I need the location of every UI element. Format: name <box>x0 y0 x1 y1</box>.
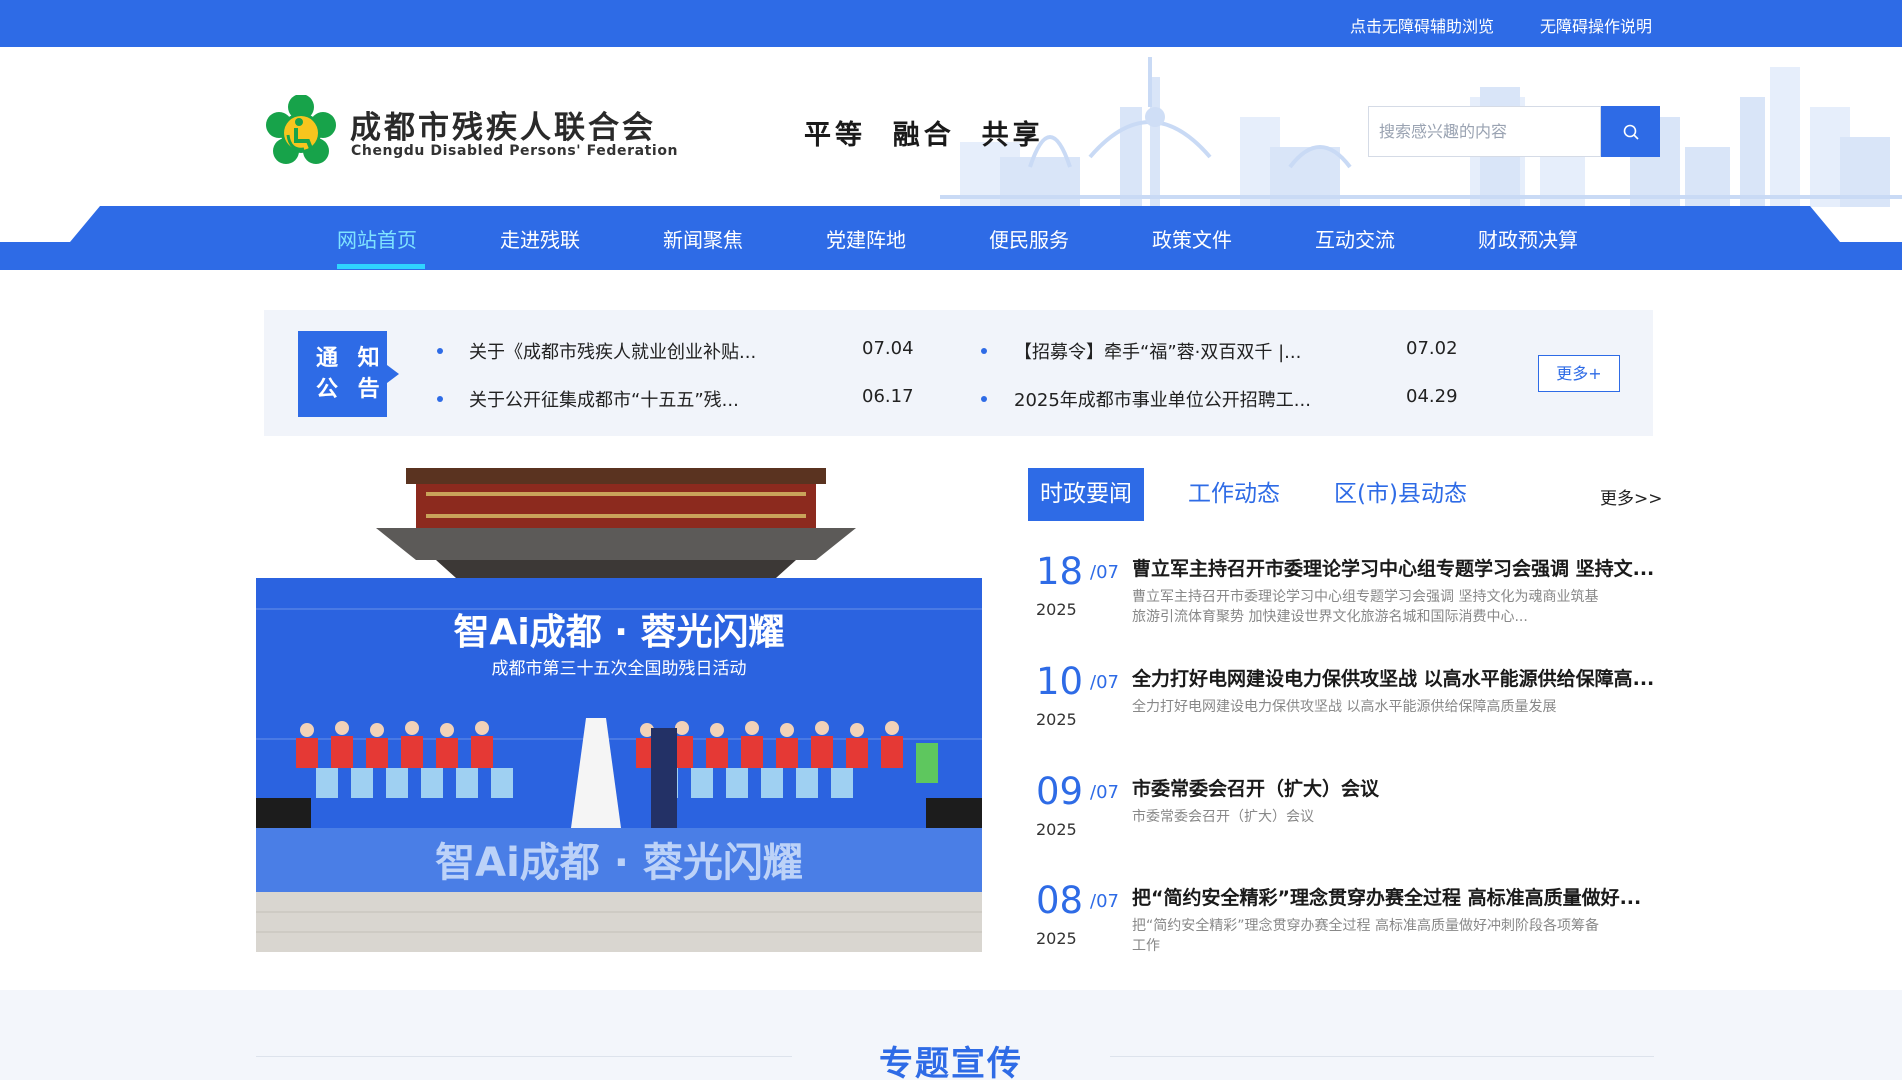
nav-item-home[interactable]: 网站首页 <box>337 224 417 253</box>
news-item[interactable]: 18 /07 2025 曹立军主持召开市委理论学习中心组专题学习会强调 坚持文.… <box>1034 550 1664 650</box>
news-title[interactable]: 市委常委会召开（扩大）会议 <box>1132 774 1379 801</box>
special-topics-title: 专题宣传 <box>879 1044 1023 1080</box>
search-icon <box>1623 124 1639 140</box>
nav-item-interaction[interactable]: 互动交流 <box>1315 224 1395 253</box>
nav-item-news[interactable]: 新闻聚焦 <box>663 224 743 253</box>
bullet-icon <box>981 348 987 354</box>
notice-date: 07.02 <box>1406 338 1458 359</box>
photo-floor-text: 智Ai成都 · 蓉光闪耀 <box>435 840 803 886</box>
nav-item-budget[interactable]: 财政预决算 <box>1478 224 1578 253</box>
event-photo-illustration: 智Ai成都 · 蓉光闪耀 成都市第三十五次全国助残日活动 智Ai成都 · 蓉光闪… <box>256 468 982 952</box>
org-name-en: Chengdu Disabled Persons' Federation <box>351 143 679 159</box>
news-summary: 曹立军主持召开市委理论学习中心组专题学习会强调 坚持文化为魂商业筑基旅游引流体育… <box>1132 589 1599 625</box>
news-year: 2025 <box>1036 820 1077 839</box>
news-day: 10 <box>1036 660 1084 703</box>
tab-work-updates[interactable]: 工作动态 <box>1188 468 1280 521</box>
photo-headline: 智Ai成都 · 蓉光闪耀 <box>454 612 785 653</box>
notice-item[interactable]: 关于《成都市残疾人就业创业补贴... <box>469 338 756 364</box>
tab-policy-news[interactable]: 时政要闻 <box>1028 468 1144 521</box>
bullet-icon <box>437 348 443 354</box>
news-title[interactable]: 把“简约安全精彩”理念贯穿办赛全过程 高标准高质量做好... <box>1132 883 1641 910</box>
federation-logo <box>266 95 336 164</box>
accessible-guide-link[interactable]: 无障碍操作说明 <box>1540 13 1652 37</box>
nav-item-about[interactable]: 走进残联 <box>500 224 580 253</box>
notice-date: 04.29 <box>1406 386 1458 407</box>
org-name-cn: 成都市残疾人联合会 <box>350 110 656 146</box>
news-month: /07 <box>1090 562 1119 583</box>
news-item[interactable]: 09 /07 2025 市委常委会召开（扩大）会议 市委常委会召开（扩大）会议 <box>1034 770 1664 870</box>
nav-active-underline <box>337 264 425 269</box>
news-month: /07 <box>1090 782 1119 803</box>
bullet-icon <box>437 396 443 402</box>
notice-badge: 通 知 公 告 <box>298 331 399 417</box>
news-year: 2025 <box>1036 600 1077 619</box>
news-summary: 市委常委会召开（扩大）会议 <box>1132 809 1314 825</box>
news-more-link[interactable]: 更多>> <box>1600 484 1663 509</box>
nav-item-services[interactable]: 便民服务 <box>989 224 1069 253</box>
accessibility-bar: 点击无障碍辅助浏览 无障碍操作说明 <box>0 0 1902 47</box>
news-year: 2025 <box>1036 929 1077 948</box>
news-day: 09 <box>1036 770 1084 813</box>
notice-panel: 通 知 公 告 关于《成都市残疾人就业创业补贴... 07.04 【招募令】牵手… <box>264 310 1653 436</box>
news-year: 2025 <box>1036 710 1077 729</box>
notice-item[interactable]: 2025年成都市事业单位公开招聘工... <box>1014 386 1311 412</box>
notice-more-button[interactable]: 更多+ <box>1538 355 1620 392</box>
news-day: 08 <box>1036 879 1084 922</box>
main-nav: 网站首页 走进残联 新闻聚焦 党建阵地 便民服务 政策文件 互动交流 财政预决算 <box>0 206 1902 270</box>
search-button[interactable] <box>1601 106 1660 157</box>
notice-item[interactable]: 关于公开征集成都市“十五五”残... <box>469 386 739 412</box>
special-topics-section: 专题宣传 <box>0 990 1902 1080</box>
slogan: 平等 融合 共享 <box>804 120 1044 151</box>
photo-subline: 成都市第三十五次全国助残日活动 <box>492 659 747 679</box>
accessible-browse-link[interactable]: 点击无障碍辅助浏览 <box>1350 13 1494 37</box>
search-input[interactable] <box>1368 106 1601 157</box>
site-header: 成都市残疾人联合会 Chengdu Disabled Persons' Fede… <box>0 47 1902 207</box>
headline-photo[interactable]: 智Ai成都 · 蓉光闪耀 成都市第三十五次全国助残日活动 智Ai成都 · 蓉光闪… <box>256 468 982 952</box>
notice-item[interactable]: 【招募令】牵手“福”蓉·双百双千 |... <box>1014 338 1301 364</box>
news-item[interactable]: 08 /07 2025 把“简约安全精彩”理念贯穿办赛全过程 高标准高质量做好.… <box>1034 879 1664 979</box>
news-item[interactable]: 10 /07 2025 全力打好电网建设电力保供攻坚战 以高水平能源供给保障高.… <box>1034 660 1664 760</box>
tab-district-updates[interactable]: 区(市)县动态 <box>1334 468 1467 521</box>
news-summary: 把“简约安全精彩”理念贯穿办赛全过程 高标准高质量做好冲刺阶段各项筹备工作 <box>1132 918 1599 954</box>
notice-badge-line1: 通 知 <box>316 346 386 371</box>
news-title[interactable]: 全力打好电网建设电力保供攻坚战 以高水平能源供给保障高... <box>1132 664 1654 691</box>
bullet-icon <box>981 396 987 402</box>
news-month: /07 <box>1090 672 1119 693</box>
nav-item-policy[interactable]: 政策文件 <box>1152 224 1232 253</box>
nav-item-party[interactable]: 党建阵地 <box>826 224 906 253</box>
news-day: 18 <box>1036 550 1084 593</box>
news-month: /07 <box>1090 891 1119 912</box>
news-summary: 全力打好电网建设电力保供攻坚战 以高水平能源供给保障高质量发展 <box>1132 699 1557 715</box>
news-title[interactable]: 曹立军主持召开市委理论学习中心组专题学习会强调 坚持文... <box>1132 554 1654 581</box>
notice-date: 07.04 <box>862 338 914 359</box>
notice-badge-line2: 公 告 <box>316 377 386 402</box>
notice-date: 06.17 <box>862 386 914 407</box>
